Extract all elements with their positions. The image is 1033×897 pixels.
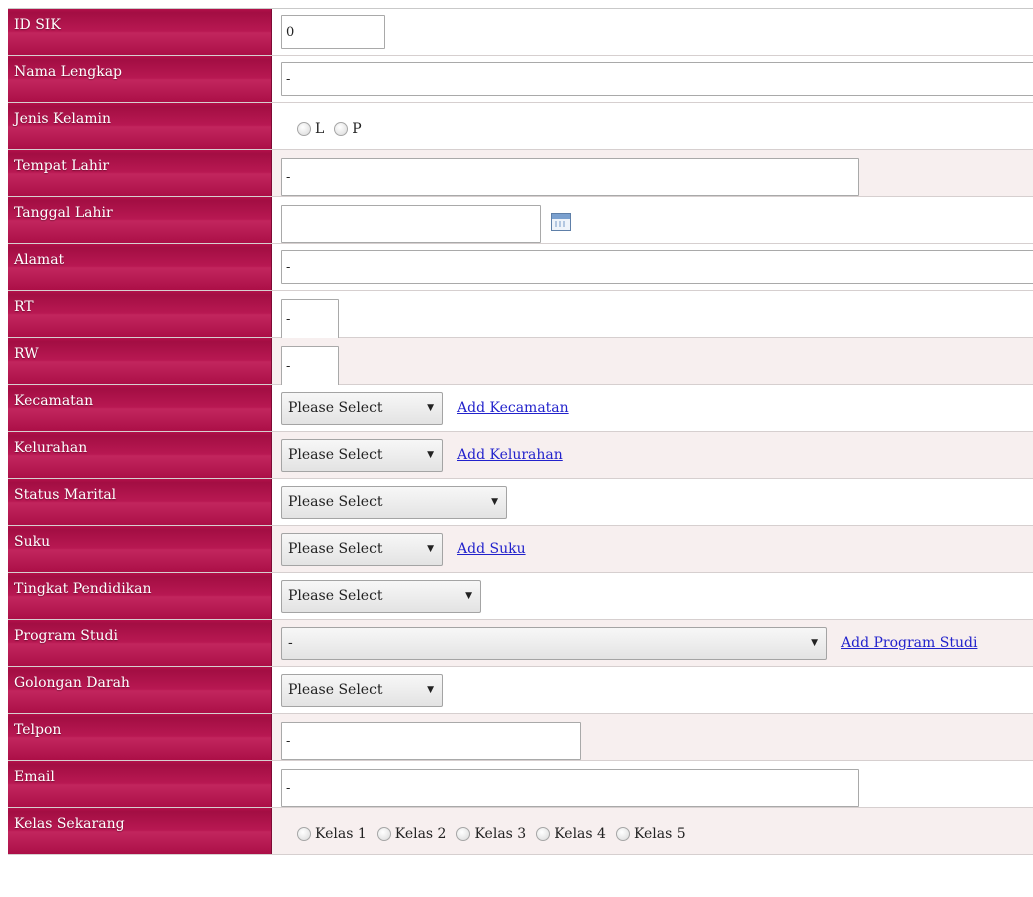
alamat-input[interactable] [281,250,1033,284]
kelurahan-select[interactable]: Please Select ▼ [281,438,443,472]
tingkat-pendidikan-select[interactable]: Please Select ▼ [281,579,481,613]
label-jenis-kelamin: Jenis Kelamin [8,103,272,149]
add-program-studi-link[interactable]: Add Program Studi [841,635,977,651]
add-suku-link[interactable]: Add Suku [457,541,526,557]
suku-select-value: Please Select [288,541,383,557]
radio-p[interactable] [334,122,349,136]
golongan-darah-select-value: Please Select [288,682,383,698]
rt-input[interactable] [281,299,339,339]
row-rw: RW [8,338,1033,386]
email-input[interactable] [281,769,859,807]
row-tempat-lahir: Tempat Lahir [8,150,1033,197]
nama-lengkap-input[interactable] [281,62,1033,96]
label-email: Email [8,761,272,807]
status-marital-select-value: Please Select [288,494,383,510]
row-status-marital: Status Marital Please Select ▼ [8,479,1033,526]
kecamatan-select[interactable]: Please Select ▼ [281,391,443,425]
label-suku: Suku [8,526,272,572]
suku-select[interactable]: Please Select ▼ [281,532,443,566]
label-rt: RT [8,291,272,337]
radio-kelas-5[interactable] [615,827,630,841]
label-kelas-sekarang: Kelas Sekarang [8,808,272,854]
radio-kelas-4-label: Kelas 4 [554,826,606,842]
row-id-sik: ID SIK [8,9,1033,56]
chevron-down-icon: ▼ [427,403,434,413]
radio-kelas-5-label: Kelas 5 [633,826,686,842]
radio-kelas-1[interactable] [297,827,311,841]
row-tanggal-lahir: Tanggal Lahir [8,197,1033,244]
telpon-input[interactable] [281,722,581,760]
label-kecamatan: Kecamatan [8,385,272,431]
rw-input[interactable] [281,346,339,386]
radio-kelas-4[interactable] [536,827,551,841]
label-rw: RW [8,338,272,384]
chevron-down-icon: ▼ [465,591,472,601]
label-status-marital: Status Marital [8,479,272,525]
label-nama-lengkap: Nama Lengkap [8,56,272,102]
calendar-icon[interactable] [551,213,571,231]
row-jenis-kelamin: Jenis Kelamin L P [8,103,1033,150]
add-kecamatan-link[interactable]: Add Kecamatan [457,400,569,416]
jenis-kelamin-radio-group: L P [297,121,372,137]
radio-kelas-3-label: Kelas 3 [474,826,527,842]
label-tanggal-lahir: Tanggal Lahir [8,197,272,243]
row-program-studi: Program Studi - ▼ Add Program Studi [8,620,1033,667]
row-kelurahan: Kelurahan Please Select ▼ Add Kelurahan [8,432,1033,479]
row-tingkat-pendidikan: Tingkat Pendidikan Please Select ▼ [8,573,1033,620]
label-golongan-darah: Golongan Darah [8,667,272,713]
row-suku: Suku Please Select ▼ Add Suku [8,526,1033,573]
label-program-studi: Program Studi [8,620,272,666]
row-rt: RT [8,291,1033,339]
chevron-down-icon: ▼ [427,685,434,695]
chevron-down-icon: ▼ [811,638,818,648]
program-studi-select[interactable]: - ▼ [281,626,827,660]
row-alamat: Alamat [8,244,1033,291]
radio-kelas-2[interactable] [376,827,391,841]
label-alamat: Alamat [8,244,272,290]
radio-kelas-1-label: Kelas 1 [315,826,367,842]
student-form: ID SIK Nama Lengkap Jenis Kelamin L P Te… [8,8,1033,855]
radio-l[interactable] [297,122,311,136]
row-nama-lengkap: Nama Lengkap [8,56,1033,103]
kelas-sekarang-radio-group: Kelas 1 Kelas 2 Kelas 3 Kelas 4 Kelas 5 [297,826,696,842]
radio-l-label: L [315,121,325,137]
label-tingkat-pendidikan: Tingkat Pendidikan [8,573,272,619]
label-telpon: Telpon [8,714,272,760]
tempat-lahir-input[interactable] [281,158,859,196]
tanggal-lahir-input[interactable] [281,205,541,243]
status-marital-select[interactable]: Please Select ▼ [281,485,507,519]
row-telpon: Telpon [8,714,1033,761]
label-id-sik: ID SIK [8,9,272,55]
label-kelurahan: Kelurahan [8,432,272,478]
add-kelurahan-link[interactable]: Add Kelurahan [457,447,563,463]
row-kecamatan: Kecamatan Please Select ▼ Add Kecamatan [8,385,1033,432]
radio-p-label: P [352,121,362,137]
tingkat-pendidikan-select-value: Please Select [288,588,383,604]
chevron-down-icon: ▼ [427,544,434,554]
row-email: Email [8,761,1033,808]
radio-kelas-2-label: Kelas 2 [394,826,447,842]
golongan-darah-select[interactable]: Please Select ▼ [281,673,443,707]
row-kelas-sekarang: Kelas Sekarang Kelas 1 Kelas 2 Kelas 3 K… [8,808,1033,855]
program-studi-select-value: - [288,635,293,651]
chevron-down-icon: ▼ [491,497,498,507]
row-golongan-darah: Golongan Darah Please Select ▼ [8,667,1033,714]
kelurahan-select-value: Please Select [288,447,383,463]
kecamatan-select-value: Please Select [288,400,383,416]
label-tempat-lahir: Tempat Lahir [8,150,272,196]
id-sik-input[interactable] [281,15,385,49]
chevron-down-icon: ▼ [427,450,434,460]
radio-kelas-3[interactable] [456,827,471,841]
